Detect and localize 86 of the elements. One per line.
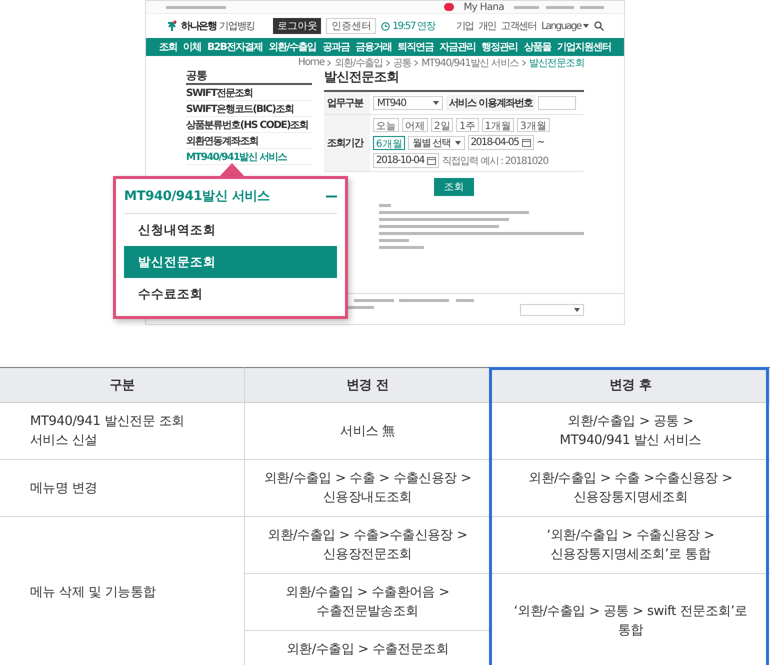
breadcrumb-link[interactable]: 공통: [392, 56, 412, 70]
form-label: 조회기간: [324, 115, 370, 172]
nav-item[interactable]: B2B전자결제: [207, 40, 262, 54]
calendar-icon: [522, 138, 531, 147]
table-cell: 외환/수출입 > 수출전문조회: [244, 631, 490, 665]
nav-item[interactable]: 퇴직연금: [397, 40, 434, 54]
column-header: 변경 전: [244, 367, 490, 403]
search-button[interactable]: 조회: [434, 178, 474, 196]
page-title: 발신전문조회: [324, 69, 400, 86]
nav-item[interactable]: 외환/수출입: [268, 40, 316, 54]
breadcrumb-link[interactable]: 외환/수출입: [334, 56, 383, 70]
type-select[interactable]: MT940: [373, 96, 443, 110]
sidebar-title: 공통: [186, 68, 312, 85]
nav-item[interactable]: 공과금: [322, 40, 350, 54]
menu-item[interactable]: 수수료조회: [124, 278, 337, 310]
date-field[interactable]: 2018-10-04: [373, 153, 440, 168]
nav-item[interactable]: 자금관리: [440, 40, 476, 54]
table-cell: 외환/수출입 > 수출>수출신용장 > 신용장전문조회: [244, 517, 490, 574]
column-header: 구분: [0, 367, 244, 403]
text-lines-drawing: [166, 6, 226, 8]
table-cell: ‘외환/수출입 > 공통 > swift 전문조회’로 통합: [490, 574, 770, 665]
menu-item[interactable]: 신청내역조회: [124, 214, 337, 246]
table-cell: 외환/수출입 > 수출 > 수출신용장 > 신용장내도조회: [244, 460, 490, 517]
month-select[interactable]: 월별 선택: [408, 136, 465, 150]
search-icon: [594, 21, 604, 31]
breadcrumb-link[interactable]: 발신전문조회: [528, 56, 584, 70]
chevron-icon: [522, 60, 526, 66]
logo-subtitle: 기업뱅킹: [219, 20, 254, 33]
nav-item[interactable]: 상품몰: [524, 40, 551, 54]
period-button[interactable]: 2일: [431, 118, 454, 132]
breadcrumb-link[interactable]: Home: [298, 57, 324, 68]
form-label: 서비스 이용계좌번호: [446, 95, 536, 111]
nav-item[interactable]: 기업지원센터: [556, 40, 611, 54]
logo-icon: [166, 20, 178, 32]
period-button[interactable]: 1주: [456, 118, 479, 132]
caret-icon: [583, 24, 589, 28]
period-button[interactable]: 3개월: [517, 118, 550, 132]
table-cell: ‘외환/수출입 > 수출신용장 > 신용장통지명세조회’로 통합: [490, 517, 770, 574]
chevron-icon: [386, 60, 390, 66]
period-button[interactable]: 오늘: [373, 118, 399, 132]
form-label: 업무구분: [324, 92, 370, 115]
column-header: 변경 후: [490, 367, 770, 403]
period-button[interactable]: 1개월: [482, 118, 514, 132]
badge-icon: [444, 3, 454, 11]
table-cell: MT940/941 발신전문 조회 서비스 신설: [0, 403, 244, 460]
sidebar-item[interactable]: SWIFT전문조회: [186, 85, 312, 101]
account-field[interactable]: [538, 96, 576, 110]
chevron-icon: [414, 60, 418, 66]
table-cell: 메뉴 삭제 및 기능통합: [0, 517, 244, 665]
breadcrumb-link[interactable]: MT940/941발신 서비스: [421, 56, 519, 70]
header-link[interactable]: 고객센터: [501, 19, 536, 33]
calendar-icon: [427, 156, 436, 165]
logout-button[interactable]: 로그아웃: [273, 18, 322, 34]
nav-item[interactable]: 금융거래: [355, 40, 392, 54]
date-field[interactable]: 2018-04-05: [468, 135, 534, 150]
clock-icon: [381, 22, 390, 30]
logo-name[interactable]: 하나은행: [181, 19, 216, 33]
header-link[interactable]: 기업: [456, 19, 474, 33]
nav-item[interactable]: 행정관리: [482, 40, 518, 54]
table-cell: 외환/수출입 > 공통 > MT940/941 발신 서비스: [490, 403, 770, 460]
chevron-icon: [327, 60, 332, 66]
date-separator: ~: [536, 137, 544, 148]
sidebar-item[interactable]: MT940/941발신 서비스: [186, 149, 312, 165]
nav-item[interactable]: 이체: [183, 40, 202, 54]
table-cell: 메뉴명 변경: [0, 460, 244, 517]
sidebar-item[interactable]: 상품분류번호(HS CODE)조회: [186, 117, 312, 133]
cert-button[interactable]: 인증센터: [326, 18, 376, 34]
sidebar-item[interactable]: SWIFT은행코드(BIC)조회: [186, 101, 312, 117]
nav-item[interactable]: 조회: [159, 40, 178, 54]
date-hint: 직접입력 예시 : 20181020: [442, 154, 548, 168]
callout-title: MT940/941발신 서비스: [124, 188, 270, 205]
table-cell: 외환/수출입 > 수출환어음 > 수출전문발송조회: [244, 574, 490, 631]
session-timer[interactable]: 19:57 연장: [392, 19, 435, 33]
sidebar-item[interactable]: 외환연동계좌조회: [186, 133, 312, 149]
period-button[interactable]: 6개월: [373, 136, 406, 150]
period-button[interactable]: 어제: [402, 118, 428, 132]
table-cell: 외환/수출입 > 수출 >수출신용장 > 신용장통지명세조회: [490, 460, 770, 517]
caret-icon: [454, 140, 461, 144]
language-menu[interactable]: Language: [541, 20, 589, 32]
header-link[interactable]: 개인: [478, 19, 496, 33]
menu-item[interactable]: 발신전문조회: [124, 246, 337, 278]
caret-icon: [574, 308, 580, 312]
caret-icon: [433, 101, 439, 105]
top-link[interactable]: My Hana: [464, 2, 504, 12]
table-cell: 서비스 無: [244, 403, 490, 460]
site-select[interactable]: [520, 304, 584, 316]
